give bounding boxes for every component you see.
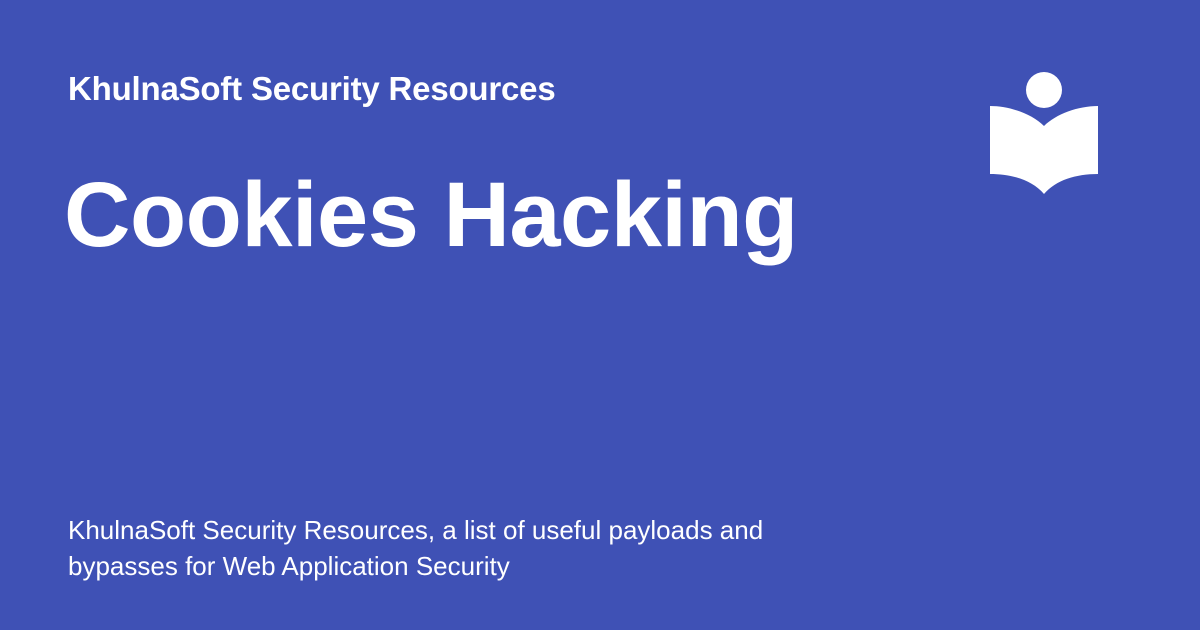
page-description: KhulnaSoft Security Resources, a list of… xyxy=(68,515,764,581)
reader-head-shape xyxy=(1026,72,1062,108)
open-book-shape xyxy=(990,106,1098,194)
page-title: Cookies Hacking xyxy=(64,164,798,266)
site-name: KhulnaSoft Security Resources xyxy=(68,70,556,107)
reading-book-icon xyxy=(990,72,1098,194)
social-card: KhulnaSoft Security Resources Cookies Ha… xyxy=(0,0,1200,630)
